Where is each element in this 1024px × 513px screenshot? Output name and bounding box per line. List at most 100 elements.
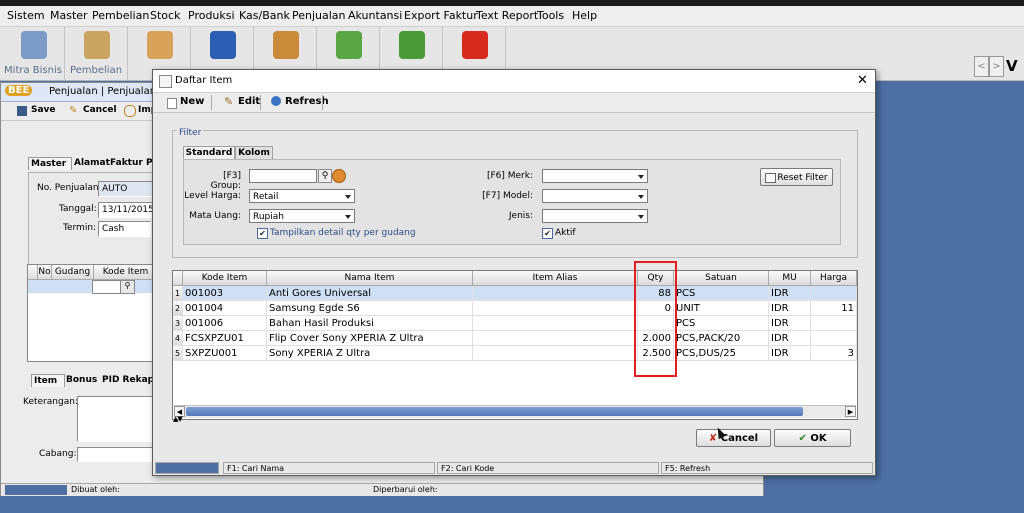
detail-qty-checkbox[interactable]: ✔ bbox=[257, 228, 268, 239]
jenis-select[interactable] bbox=[542, 209, 648, 223]
cell-kode[interactable]: FCSXPZU01 bbox=[183, 331, 267, 346]
menu-pembelian[interactable]: Pembelian bbox=[92, 9, 149, 22]
nav-prev-button[interactable]: < bbox=[974, 56, 989, 77]
model-select[interactable] bbox=[542, 189, 648, 203]
table-row[interactable]: 4 FCSXPZU01 Flip Cover Sony XPERIA Z Ultra… bbox=[173, 331, 857, 346]
cell-alias[interactable] bbox=[473, 286, 638, 301]
dialog-window-icon bbox=[159, 75, 172, 88]
tab-item[interactable]: Item bbox=[31, 374, 65, 387]
cabang-label: Cabang: bbox=[39, 449, 77, 459]
scrollbar-thumb[interactable] bbox=[186, 407, 803, 416]
cell-harga[interactable] bbox=[811, 316, 857, 331]
column-satuan[interactable]: Satuan bbox=[674, 271, 769, 286]
close-icon[interactable]: ✕ bbox=[857, 73, 868, 88]
cell-satuan[interactable]: PCS,PACK/20 bbox=[674, 331, 769, 346]
partners-icon bbox=[21, 31, 47, 59]
group-field[interactable] bbox=[249, 169, 317, 183]
cell-harga[interactable] bbox=[811, 331, 857, 346]
save-button[interactable]: Save bbox=[31, 105, 56, 115]
menu-akuntansi[interactable]: Akuntansi bbox=[348, 9, 402, 22]
cell-alias[interactable] bbox=[473, 331, 638, 346]
cell-alias[interactable] bbox=[473, 346, 638, 361]
cell-mu[interactable]: IDR bbox=[769, 331, 811, 346]
mata-uang-select[interactable]: Rupiah bbox=[249, 209, 355, 223]
tab-kolom[interactable]: Kolom bbox=[235, 146, 273, 160]
table-row[interactable]: 1 001003 Anti Gores Universal 88 PCS IDR bbox=[173, 286, 857, 301]
cell-nama[interactable]: Bahan Hasil Produksi bbox=[267, 316, 473, 331]
cancel-button[interactable]: Cancel bbox=[83, 105, 117, 115]
sales-window-title: Penjualan | Penjualan bbox=[49, 86, 157, 97]
tab-master[interactable]: Master bbox=[28, 157, 72, 170]
keterangan-field[interactable] bbox=[77, 396, 155, 442]
cell-harga[interactable] bbox=[811, 286, 857, 301]
cell-satuan[interactable]: UNIT bbox=[674, 301, 769, 316]
menu-text-report[interactable]: Text Report bbox=[476, 9, 538, 22]
table-row[interactable]: 5 SXPZU001 Sony XPERIA Z Ultra 2.500 PCS,DUS… bbox=[173, 346, 857, 361]
edit-button[interactable]: Edit bbox=[238, 96, 260, 107]
menu-penjualan[interactable]: Penjualan bbox=[292, 9, 346, 22]
menu-master[interactable]: Master bbox=[50, 9, 88, 22]
cell-alias[interactable] bbox=[473, 316, 638, 331]
tab-bonus[interactable]: Bonus bbox=[64, 374, 98, 386]
column-item-alias[interactable]: Item Alias bbox=[473, 271, 638, 286]
edit-icon: ✎ bbox=[224, 95, 234, 108]
level-harga-value: Retail bbox=[253, 192, 279, 202]
cell-satuan[interactable]: PCS bbox=[674, 286, 769, 301]
menu-stock[interactable]: Stock bbox=[150, 9, 180, 22]
toolbar-mitra-bisnis-button[interactable]: Mitra Bisnis bbox=[2, 27, 65, 80]
merk-select[interactable] bbox=[542, 169, 648, 183]
column-harga[interactable]: Harga bbox=[811, 271, 857, 286]
search-icon[interactable]: ⚲ bbox=[120, 280, 135, 294]
cell-kode[interactable]: 001006 bbox=[183, 316, 267, 331]
cell-mu[interactable]: IDR bbox=[769, 301, 811, 316]
cell-mu[interactable]: IDR bbox=[769, 286, 811, 301]
status-f2: F2: Cari Kode bbox=[437, 462, 659, 474]
group-browse-icon[interactable] bbox=[332, 169, 346, 183]
menu-sistem[interactable]: Sistem bbox=[7, 9, 45, 22]
menu-help[interactable]: Help bbox=[572, 9, 597, 22]
cell-nama[interactable]: Flip Cover Sony XPERIA Z Ultra bbox=[267, 331, 473, 346]
reset-filter-button[interactable]: Reset Filter bbox=[760, 168, 833, 186]
cell-satuan[interactable]: PCS,DUS/25 bbox=[674, 346, 769, 361]
cell-mu[interactable]: IDR bbox=[769, 346, 811, 361]
column-nama-item[interactable]: Nama Item bbox=[267, 271, 473, 286]
import-icon bbox=[124, 105, 136, 117]
aktif-checkbox[interactable]: ✔ bbox=[542, 228, 553, 239]
kode-item-cell-input[interactable] bbox=[92, 280, 122, 294]
column-mu[interactable]: MU bbox=[769, 271, 811, 286]
cell-alias[interactable] bbox=[473, 301, 638, 316]
cell-harga[interactable]: 11 bbox=[811, 301, 857, 316]
toolbar-pembelian-button[interactable]: Pembelian bbox=[65, 27, 128, 80]
cancel-button[interactable]: ✘ Cancel bbox=[696, 429, 771, 447]
termin-field[interactable]: Cash bbox=[98, 221, 151, 237]
table-row[interactable]: 3 001006 Bahan Hasil Produksi PCS IDR bbox=[173, 316, 857, 331]
nav-next-button[interactable]: > bbox=[989, 56, 1004, 77]
horizontal-scrollbar[interactable]: ◀ ▶ bbox=[174, 405, 856, 418]
cell-kode[interactable]: 001004 bbox=[183, 301, 267, 316]
table-row[interactable]: 2 001004 Samsung Egde S6 0 UNIT IDR 11 bbox=[173, 301, 857, 316]
search-icon[interactable]: ⚲ bbox=[318, 169, 332, 183]
cell-nama[interactable]: Anti Gores Universal bbox=[267, 286, 473, 301]
cell-kode[interactable]: 001003 bbox=[183, 286, 267, 301]
menu-export-faktur[interactable]: Export Faktur bbox=[404, 9, 478, 22]
cell-harga[interactable]: 3 bbox=[811, 346, 857, 361]
menu-tools[interactable]: Tools bbox=[537, 9, 564, 22]
ok-button[interactable]: ✔ OK bbox=[774, 429, 851, 447]
scroll-right-icon[interactable]: ▶ bbox=[845, 406, 856, 417]
tab-standard[interactable]: Standard bbox=[183, 146, 235, 160]
cell-satuan[interactable]: PCS bbox=[674, 316, 769, 331]
cell-n: 4 bbox=[173, 331, 183, 346]
tab-pid-rekap[interactable]: PID Rekap bbox=[100, 374, 160, 386]
cell-kode[interactable]: SXPZU001 bbox=[183, 346, 267, 361]
cell-nama[interactable]: Sony XPERIA Z Ultra bbox=[267, 346, 473, 361]
level-harga-select[interactable]: Retail bbox=[249, 189, 355, 203]
menu-kas-bank[interactable]: Kas/Bank bbox=[239, 9, 290, 22]
cell-mu[interactable]: IDR bbox=[769, 316, 811, 331]
new-button[interactable]: New bbox=[180, 96, 204, 107]
tab-alamat[interactable]: Alamat bbox=[72, 157, 110, 169]
cabang-field[interactable] bbox=[77, 447, 155, 462]
column-kode-item[interactable]: Kode Item bbox=[183, 271, 267, 286]
cell-nama[interactable]: Samsung Egde S6 bbox=[267, 301, 473, 316]
menu-produksi[interactable]: Produksi bbox=[188, 9, 235, 22]
stock-icon bbox=[147, 31, 173, 59]
